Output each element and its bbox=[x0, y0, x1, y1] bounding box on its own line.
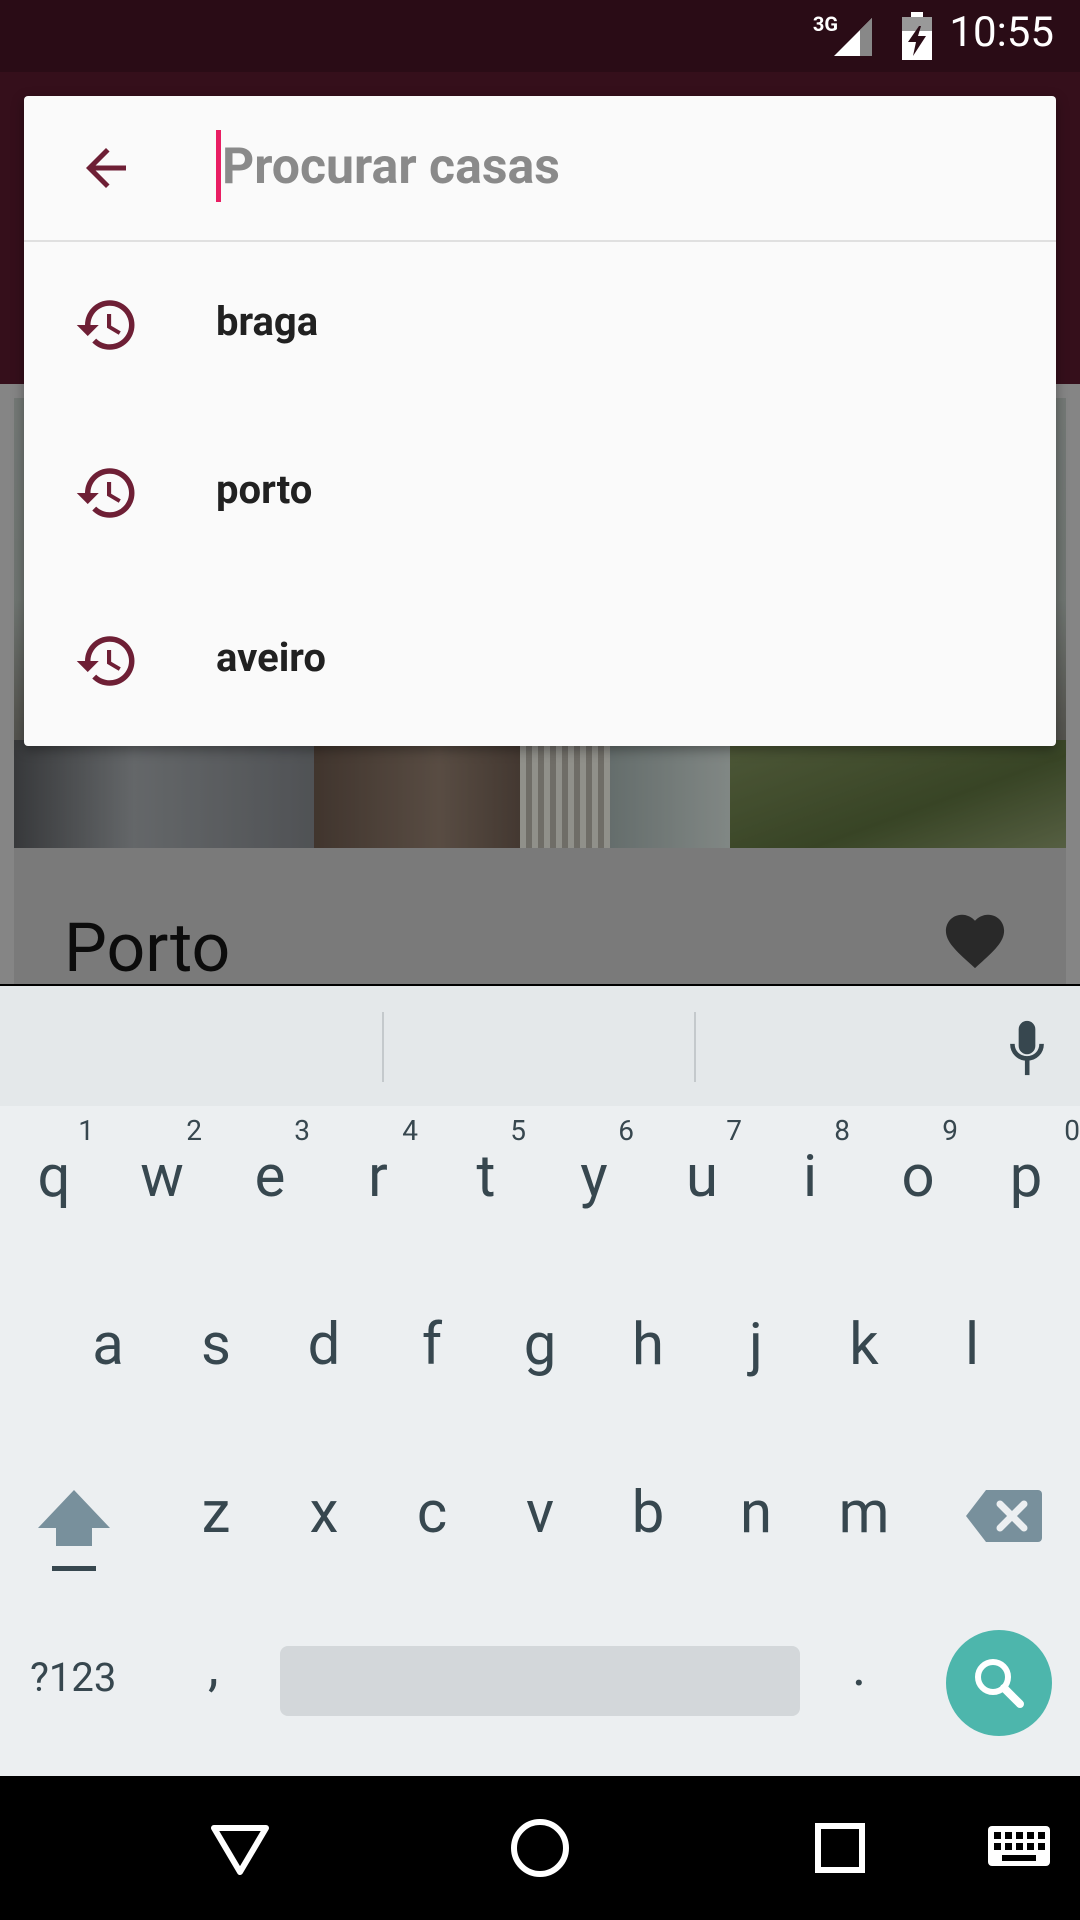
key-char: r bbox=[368, 1143, 388, 1211]
key-s[interactable]: s bbox=[162, 1282, 270, 1402]
search-panel: braga porto aveiro bbox=[24, 96, 1056, 746]
key-char: i bbox=[802, 1143, 818, 1211]
key-char: a bbox=[92, 1311, 124, 1379]
key-char: q bbox=[37, 1143, 71, 1211]
key-a[interactable]: a bbox=[54, 1282, 162, 1402]
triangle-back-icon[interactable] bbox=[200, 1776, 280, 1920]
status-bar: 3G 10:55 bbox=[0, 0, 1080, 72]
key-t[interactable]: 5t bbox=[432, 1114, 540, 1234]
screen: 3G 10:55 Porto Procurar casas braga port… bbox=[0, 0, 1080, 1920]
navigation-bar bbox=[0, 1776, 1080, 1920]
period-key[interactable]: . bbox=[852, 1636, 866, 1699]
signal-icon bbox=[834, 18, 872, 56]
soft-keyboard: 1q 2w 3e 4r 5t 6y 7u 8i 9o 0p a s d f g … bbox=[0, 986, 1080, 1776]
key-o[interactable]: 9o bbox=[864, 1114, 972, 1234]
key-x[interactable]: x bbox=[270, 1450, 378, 1570]
key-char: f bbox=[421, 1311, 443, 1379]
space-bar[interactable] bbox=[280, 1646, 800, 1716]
key-char: c bbox=[416, 1479, 448, 1547]
key-l[interactable]: l bbox=[918, 1282, 1026, 1402]
keyboard-icon[interactable] bbox=[984, 1776, 1054, 1920]
key-char: h bbox=[632, 1311, 664, 1379]
key-char: t bbox=[476, 1143, 496, 1211]
key-v[interactable]: v bbox=[486, 1450, 594, 1570]
suggestion-item[interactable]: porto bbox=[24, 410, 1056, 578]
key-char: j bbox=[749, 1311, 763, 1379]
suggestion-label: aveiro bbox=[216, 634, 326, 681]
circle-home-icon[interactable] bbox=[500, 1776, 580, 1920]
battery-charging-icon bbox=[902, 12, 932, 60]
suggestion-label: porto bbox=[216, 466, 313, 513]
key-char: d bbox=[307, 1311, 341, 1379]
key-r[interactable]: 4r bbox=[324, 1114, 432, 1234]
key-char: y bbox=[580, 1143, 608, 1211]
history-icon bbox=[76, 300, 135, 350]
strip-divider bbox=[382, 1012, 384, 1082]
search-action-key[interactable] bbox=[946, 1630, 1052, 1736]
symbols-key[interactable]: ?123 bbox=[30, 1654, 116, 1701]
history-icon bbox=[76, 468, 135, 518]
search-input[interactable] bbox=[216, 130, 1002, 204]
key-b[interactable]: b bbox=[594, 1450, 702, 1570]
comma-key[interactable]: , bbox=[208, 1636, 219, 1699]
backspace-icon[interactable] bbox=[966, 1488, 1042, 1544]
key-z[interactable]: z bbox=[162, 1450, 270, 1570]
key-char: k bbox=[849, 1311, 879, 1379]
shift-icon[interactable] bbox=[34, 1486, 114, 1576]
key-g[interactable]: g bbox=[486, 1282, 594, 1402]
key-n[interactable]: n bbox=[702, 1450, 810, 1570]
key-j[interactable]: j bbox=[702, 1282, 810, 1402]
key-m[interactable]: m bbox=[810, 1450, 918, 1570]
suggestion-item[interactable]: aveiro bbox=[24, 578, 1056, 746]
key-char: x bbox=[309, 1479, 339, 1547]
key-d[interactable]: d bbox=[270, 1282, 378, 1402]
key-char: e bbox=[254, 1143, 286, 1211]
suggestion-strip bbox=[0, 986, 1080, 1106]
suggestion-item[interactable]: braga bbox=[24, 242, 1056, 410]
square-recents-icon[interactable] bbox=[800, 1776, 880, 1920]
key-e[interactable]: 3e bbox=[216, 1114, 324, 1234]
key-char: u bbox=[686, 1143, 718, 1211]
key-char: g bbox=[523, 1311, 557, 1379]
search-icon bbox=[975, 1659, 1024, 1708]
key-char: b bbox=[631, 1479, 665, 1547]
key-char: v bbox=[525, 1479, 555, 1547]
key-k[interactable]: k bbox=[810, 1282, 918, 1402]
key-c[interactable]: c bbox=[378, 1450, 486, 1570]
key-char: z bbox=[201, 1479, 231, 1547]
key-u[interactable]: 7u bbox=[648, 1114, 756, 1234]
search-bar bbox=[24, 96, 1056, 242]
strip-divider bbox=[694, 1012, 696, 1082]
key-char: l bbox=[964, 1311, 980, 1379]
key-y[interactable]: 6y bbox=[540, 1114, 648, 1234]
key-h[interactable]: h bbox=[594, 1282, 702, 1402]
key-q[interactable]: 1q bbox=[0, 1114, 108, 1234]
key-char: w bbox=[140, 1143, 184, 1211]
key-char: n bbox=[739, 1479, 773, 1547]
clock: 10:55 bbox=[949, 8, 1054, 57]
history-icon bbox=[76, 636, 135, 686]
key-char: o bbox=[901, 1143, 935, 1211]
suggestion-label: braga bbox=[216, 298, 319, 345]
key-f[interactable]: f bbox=[378, 1282, 486, 1402]
key-p[interactable]: 0p bbox=[972, 1114, 1080, 1234]
key-char: m bbox=[838, 1479, 890, 1547]
key-w[interactable]: 2w bbox=[108, 1114, 216, 1234]
key-char: p bbox=[1009, 1143, 1043, 1211]
mic-icon[interactable] bbox=[1002, 1016, 1052, 1080]
arrow-back-icon[interactable] bbox=[76, 138, 136, 198]
key-i[interactable]: 8i bbox=[756, 1114, 864, 1234]
key-char: s bbox=[201, 1311, 231, 1379]
